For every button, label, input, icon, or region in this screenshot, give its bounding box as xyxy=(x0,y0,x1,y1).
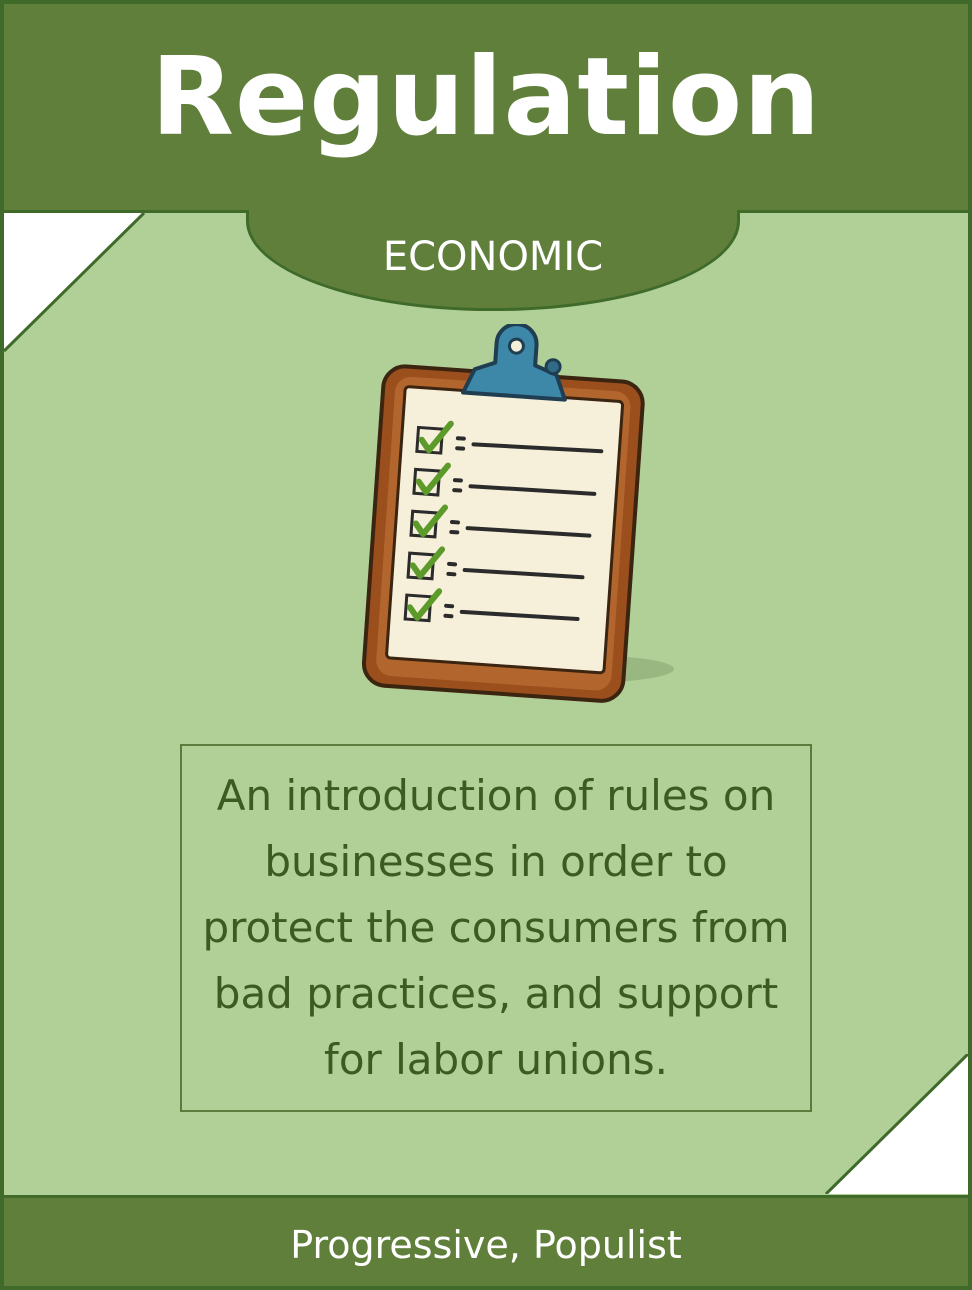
card-header: Regulation xyxy=(4,4,968,213)
category-tab: ECONOMIC xyxy=(246,210,740,311)
corner-fold-bottom-right xyxy=(824,1054,968,1194)
clipboard-checklist-icon xyxy=(361,324,674,703)
policy-card: Regulation ECONOMIC An introduction of r… xyxy=(0,0,972,1290)
card-description: An introduction of rules on businesses i… xyxy=(202,771,790,1084)
description-box: An introduction of rules on businesses i… xyxy=(180,744,812,1112)
card-footer: Progressive, Populist xyxy=(4,1195,968,1286)
category-label: ECONOMIC xyxy=(382,234,604,280)
card-title: Regulation xyxy=(150,34,822,160)
card-tags: Progressive, Populist xyxy=(290,1223,682,1267)
corner-fold-top-left xyxy=(4,213,146,353)
